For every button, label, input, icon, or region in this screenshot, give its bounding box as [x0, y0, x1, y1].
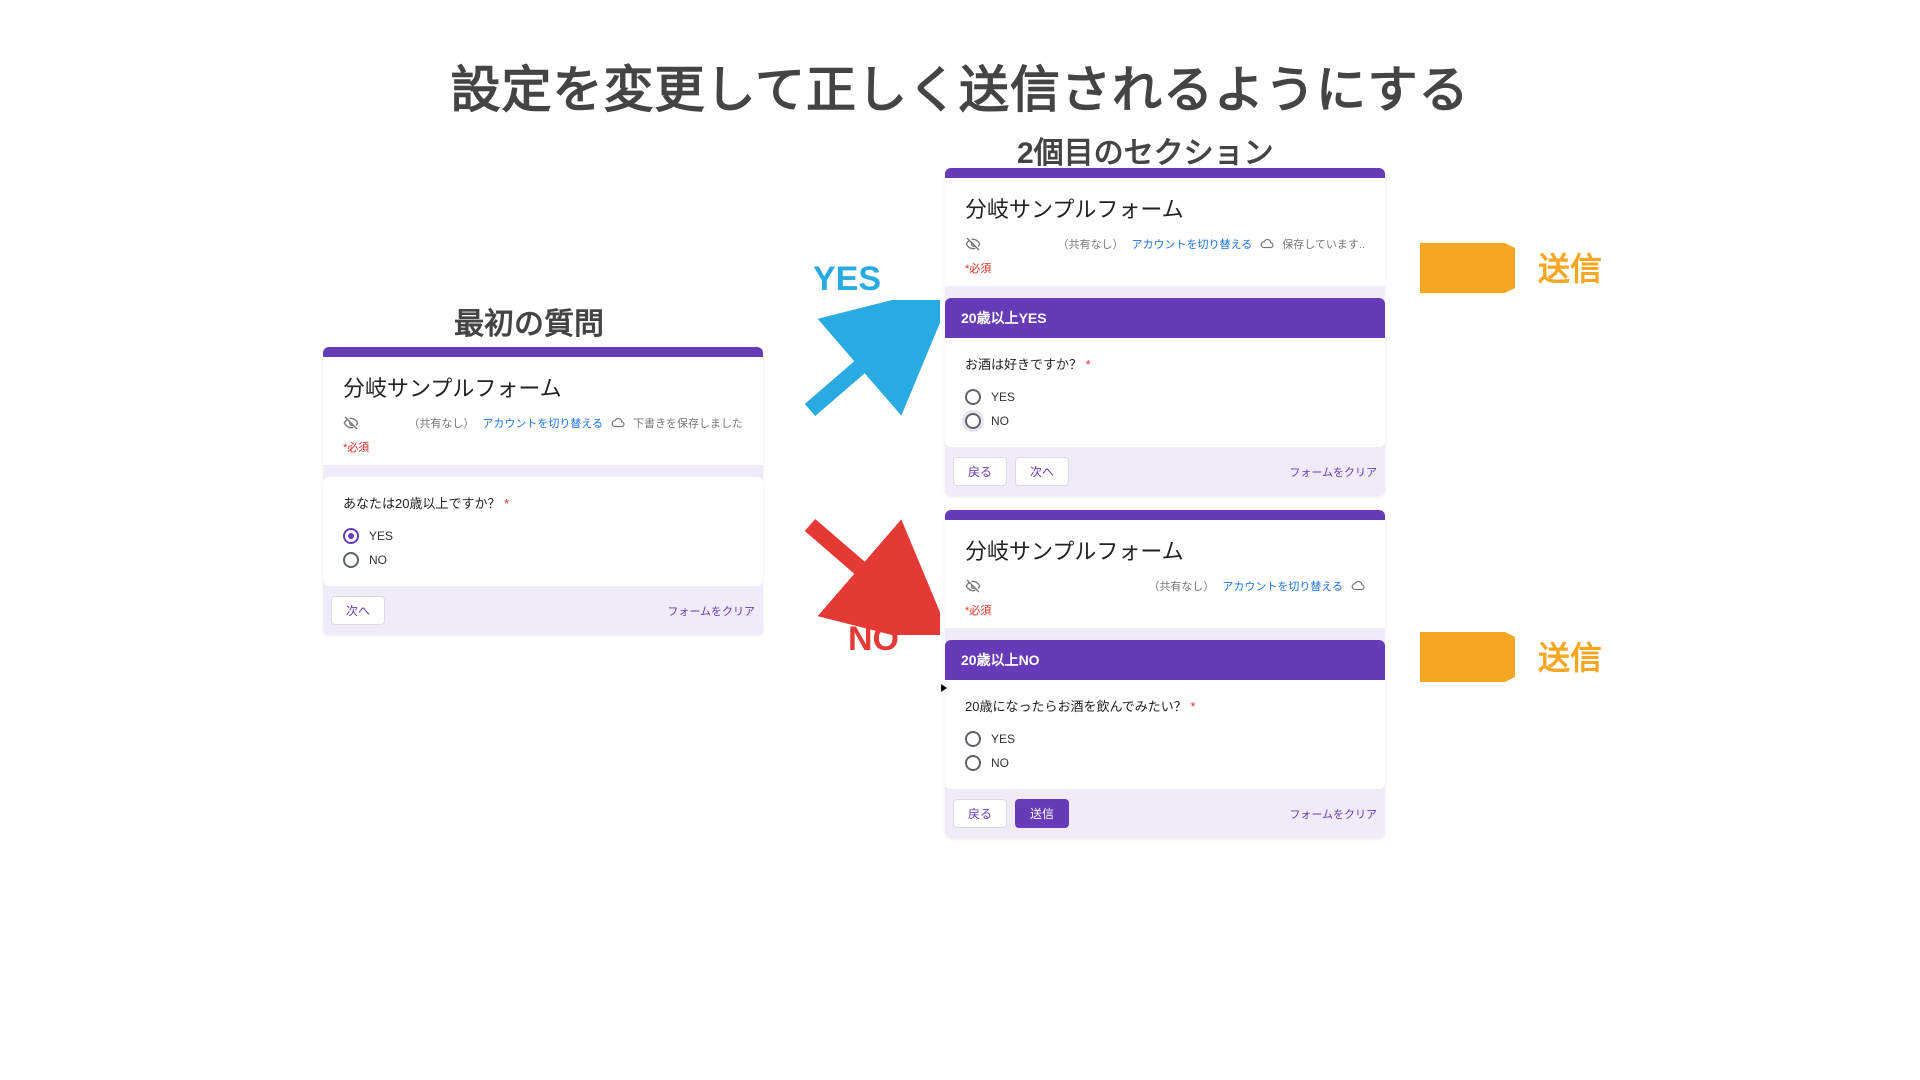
form-title: 分岐サンプルフォーム [965, 534, 1365, 566]
visibility-off-icon [965, 236, 981, 252]
back-button[interactable]: 戻る [953, 799, 1007, 828]
flow-label-send-2: 送信 [1538, 633, 1602, 679]
form-header: 分岐サンプルフォーム （共有なし） アカウントを切り替える 下書きを保存しました… [323, 347, 763, 465]
form-header: 分岐サンプルフォーム （共有なし） アカウントを切り替える 保存しています.. … [945, 168, 1385, 286]
option-label: YES [369, 529, 393, 543]
switch-account-link[interactable]: アカウントを切り替える [1222, 578, 1343, 594]
arrow-no [800, 515, 940, 635]
radio-icon [343, 528, 359, 544]
question-label: お酒は好きですか？ * [965, 354, 1365, 373]
radio-icon [343, 552, 359, 568]
visibility-off-icon [965, 578, 981, 594]
option-label: NO [369, 553, 387, 567]
required-note: *必須 [965, 602, 1365, 618]
option-yes[interactable]: YES [965, 727, 1365, 751]
option-label: YES [991, 732, 1015, 746]
option-label: YES [991, 390, 1015, 404]
cloud-icon [1351, 579, 1365, 593]
form-header: 分岐サンプルフォーム （共有なし） アカウントを切り替える *必須 [945, 510, 1385, 628]
cloud-icon [611, 416, 625, 430]
account-row: （共有なし） アカウントを切り替える [965, 578, 1365, 594]
back-button[interactable]: 戻る [953, 457, 1007, 486]
slide-title: 設定を変更して正しく送信されるようにする [451, 50, 1470, 122]
question-label: あなたは20歳以上ですか？ * [343, 493, 743, 512]
radio-icon [965, 413, 981, 429]
cloud-icon [1260, 237, 1274, 251]
share-note: （共有なし） [408, 415, 474, 431]
form-section-3: 分岐サンプルフォーム （共有なし） アカウントを切り替える *必須 20歳以上N… [945, 510, 1385, 838]
cursor-icon [941, 684, 947, 692]
option-no[interactable]: NO [965, 751, 1365, 775]
form-first-question: 分岐サンプルフォーム （共有なし） アカウントを切り替える 下書きを保存しました… [323, 347, 763, 635]
next-button[interactable]: 次へ [331, 596, 385, 625]
form-footer: 戻る 次へ フォームをクリア [945, 447, 1385, 488]
account-row: （共有なし） アカウントを切り替える 下書きを保存しました [343, 415, 743, 431]
switch-account-link[interactable]: アカウントを切り替える [482, 415, 603, 431]
arrow-send-2 [1420, 632, 1515, 682]
next-button[interactable]: 次へ [1015, 457, 1069, 486]
question-label: 20歳になったらお酒を飲んでみたい？ * [965, 696, 1365, 715]
section-title: 20歳以上NO [945, 640, 1385, 680]
flow-label-yes: YES [813, 260, 881, 299]
flow-label-send-1: 送信 [1538, 244, 1602, 290]
option-label: NO [991, 414, 1009, 428]
section-title: 20歳以上YES [945, 298, 1385, 338]
form-title: 分岐サンプルフォーム [965, 192, 1365, 224]
switch-account-link[interactable]: アカウントを切り替える [1132, 236, 1253, 252]
question-card: あなたは20歳以上ですか？ * YES NO [323, 477, 763, 586]
form-footer: 次へ フォームをクリア [323, 586, 763, 627]
form-title: 分岐サンプルフォーム [343, 371, 743, 403]
clear-form-link[interactable]: フォームをクリア [1289, 806, 1377, 822]
submit-button[interactable]: 送信 [1015, 799, 1069, 828]
caption-first-question: 最初の質問 [454, 299, 604, 343]
arrow-yes [800, 300, 940, 420]
option-yes[interactable]: YES [965, 385, 1365, 409]
option-yes[interactable]: YES [343, 524, 743, 548]
option-label: NO [991, 756, 1009, 770]
question-card: お酒は好きですか？ * YES NO [945, 338, 1385, 447]
arrow-send-1 [1420, 243, 1515, 293]
form-section-2: 分岐サンプルフォーム （共有なし） アカウントを切り替える 保存しています.. … [945, 168, 1385, 496]
caption-second-section: 2個目のセクション [1017, 128, 1274, 172]
visibility-off-icon [343, 415, 359, 431]
radio-icon [965, 731, 981, 747]
clear-form-link[interactable]: フォームをクリア [1289, 464, 1377, 480]
share-note: （共有なし） [1058, 236, 1124, 252]
form-footer: 戻る 送信 フォームをクリア [945, 789, 1385, 830]
radio-icon [965, 389, 981, 405]
account-row: （共有なし） アカウントを切り替える 保存しています.. [965, 236, 1365, 252]
share-note: （共有なし） [1148, 578, 1214, 594]
save-status: 下書きを保存しました [633, 415, 743, 431]
radio-icon [965, 755, 981, 771]
required-note: *必須 [965, 260, 1365, 276]
clear-form-link[interactable]: フォームをクリア [667, 603, 755, 619]
save-status: 保存しています.. [1282, 236, 1365, 252]
question-card: 20歳になったらお酒を飲んでみたい？ * YES NO [945, 680, 1385, 789]
option-no[interactable]: NO [965, 409, 1365, 433]
option-no[interactable]: NO [343, 548, 743, 572]
required-note: *必須 [343, 439, 743, 455]
